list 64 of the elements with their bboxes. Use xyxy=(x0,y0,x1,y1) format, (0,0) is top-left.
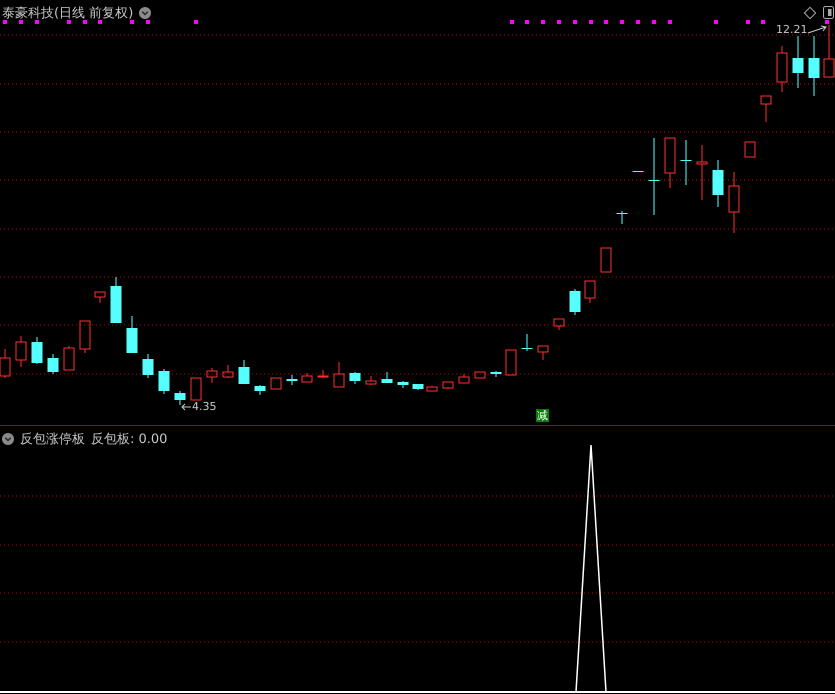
indicator-readout: 反包板: 0.00 xyxy=(91,431,168,448)
candlestick xyxy=(506,350,516,376)
candlestick xyxy=(776,46,788,92)
candlestick xyxy=(32,336,42,364)
panel-toggle-icon[interactable] xyxy=(823,6,834,19)
candlestick xyxy=(538,346,548,360)
collapse-icon[interactable] xyxy=(2,433,14,445)
candlestick xyxy=(398,380,408,388)
chart-title: 泰豪科技(日线 前复权) xyxy=(2,5,134,22)
candlestick xyxy=(474,372,486,378)
candlestick xyxy=(222,364,234,378)
signal-badge: 减 xyxy=(536,409,549,422)
candlestick xyxy=(48,354,58,374)
candlestick xyxy=(190,378,202,400)
candlestick xyxy=(238,360,250,384)
candlestick xyxy=(490,370,502,378)
candlestick xyxy=(254,384,266,396)
candlestick xyxy=(80,320,90,354)
candlestick xyxy=(616,210,628,224)
candlestick xyxy=(458,374,470,384)
candlestick xyxy=(126,316,138,353)
candlestick xyxy=(94,292,106,304)
candlestick xyxy=(792,36,804,88)
high-price-label: 12.21 xyxy=(776,23,808,36)
low-price-label: 4.35 xyxy=(192,400,216,413)
candlestick xyxy=(412,384,424,390)
collapse-icon[interactable] xyxy=(139,7,152,19)
candlestick xyxy=(522,334,532,352)
candlestick xyxy=(680,140,692,186)
candlestick xyxy=(158,368,170,394)
candlestick xyxy=(664,138,676,188)
low-arrow-icon xyxy=(181,404,192,410)
candlestick xyxy=(808,36,820,96)
candlestick xyxy=(16,336,26,368)
candlestick xyxy=(366,376,376,386)
candlestick xyxy=(824,24,834,78)
candlestick xyxy=(350,372,360,384)
candlestick xyxy=(382,372,392,383)
high-arrow-icon xyxy=(808,26,827,34)
candlestick xyxy=(442,382,454,390)
candlestick xyxy=(744,142,756,158)
candlestick xyxy=(174,390,186,406)
candlestick xyxy=(728,172,740,234)
candlestick xyxy=(632,171,644,172)
candlestick xyxy=(584,280,596,304)
diamond-icon[interactable] xyxy=(804,6,816,20)
candlestick xyxy=(0,348,10,378)
candlestick xyxy=(110,276,122,323)
candlestick xyxy=(570,288,580,316)
candlestick xyxy=(760,96,772,122)
candlestick xyxy=(334,362,344,388)
candlestick xyxy=(64,346,74,370)
indicator-name: 反包涨停板 xyxy=(20,431,85,448)
candlestick xyxy=(600,248,612,272)
candlestick xyxy=(712,160,724,208)
candlestick xyxy=(318,370,328,378)
candlestick xyxy=(302,372,312,382)
candlestick xyxy=(554,318,564,330)
candlestick xyxy=(206,368,218,384)
candlestick xyxy=(142,354,154,378)
candlestick xyxy=(696,144,708,200)
candlestick xyxy=(270,378,282,390)
candlestick xyxy=(286,374,298,386)
candlestick xyxy=(426,386,438,392)
